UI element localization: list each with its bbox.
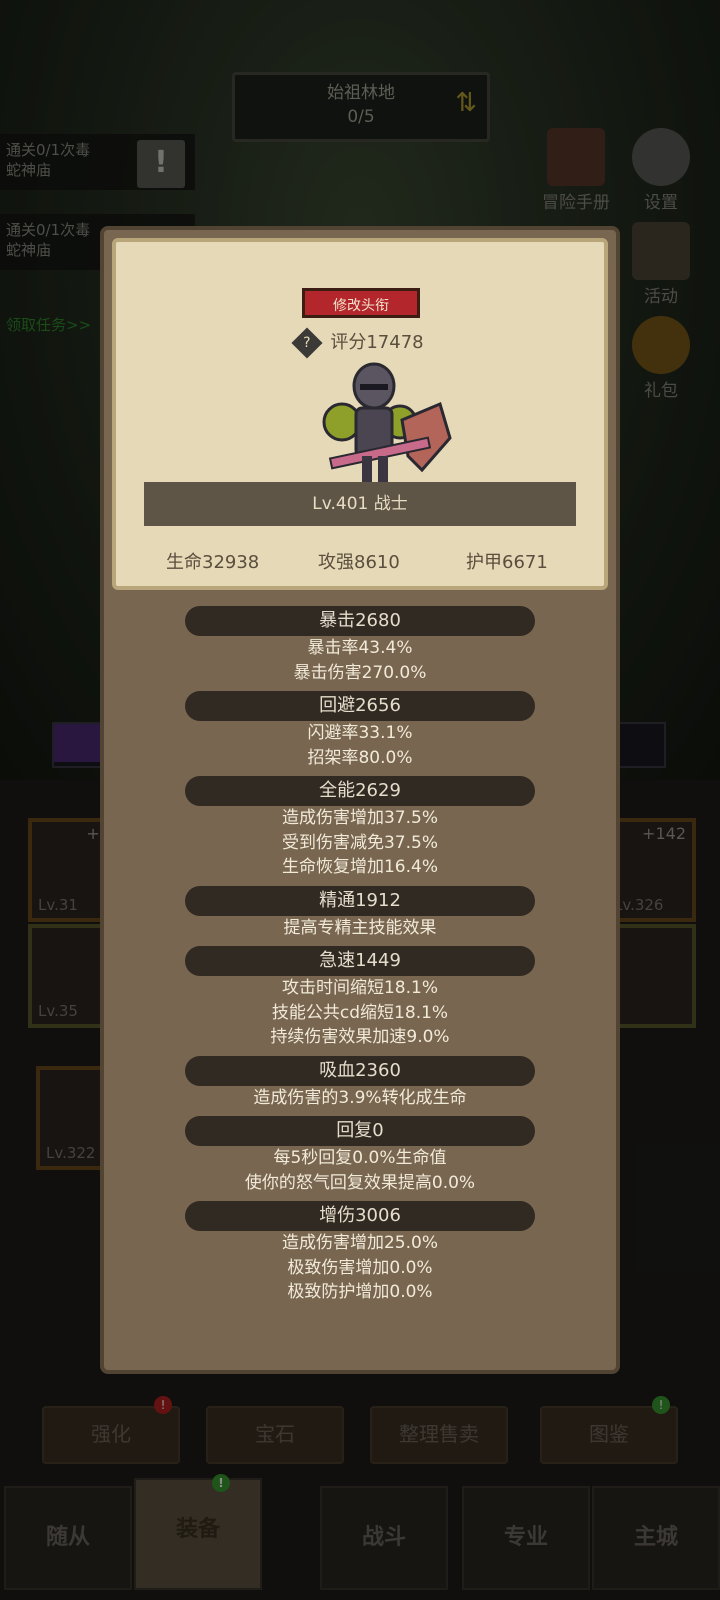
attr-regen-head: 回复0: [185, 1116, 535, 1146]
attr-dodge-rate: 闪避率33.1%: [307, 723, 413, 743]
hp-stat: 生命32938: [166, 552, 260, 573]
attr-mastery-head: 精通1912: [185, 885, 535, 916]
level-class: Lv.401 战士: [144, 482, 576, 526]
character-card: 修改头衔 ? 评分17478 Lv.401 战士 生命32938 攻强8610 护…: [112, 238, 608, 590]
attack-stat: 攻强8610: [318, 552, 400, 573]
attr-crit-damage: 暴击伤害270.0%: [293, 662, 427, 683]
attr-mastery-desc: 提高专精主技能效果: [283, 917, 437, 938]
attr-crit-rate: 暴击率43.4%: [307, 638, 413, 658]
attr-dot-speed: 持续伤害效果加速9.0%: [270, 1027, 450, 1047]
attr-extreme-defense: 极致防护增加0.0%: [287, 1282, 433, 1302]
attr-damage-reduce: 受到伤害减免37.5%: [281, 832, 438, 853]
attr-versatility-head: 全能2629: [185, 776, 535, 806]
attr-extreme-damage: 极致伤害增加0.0%: [287, 1257, 433, 1278]
armor-stat: 护甲6671: [466, 552, 548, 573]
attr-global-cd: 技能公共cd缩短18.1%: [271, 1002, 449, 1023]
edit-title-button[interactable]: 修改头衔: [302, 288, 420, 318]
attr-lifesteal-head: 吸血2360: [185, 1055, 535, 1086]
character-stats-panel: 修改头衔 ? 评分17478 Lv.401 战士 生命32938 攻强8610 护…: [100, 226, 620, 1374]
score-row: ? 评分17478: [116, 327, 604, 359]
attr-regen-hp: 每5秒回复0.0%生命值: [273, 1148, 447, 1168]
attr-crit-head: 暴击2680: [185, 606, 535, 636]
attr-rage-regen: 使你的怒气回复效果提高0.0%: [244, 1172, 476, 1193]
question-icon[interactable]: ?: [291, 327, 323, 359]
warrior-avatar: [322, 362, 452, 482]
attr-damage-up: 造成伤害增加37.5%: [281, 808, 438, 828]
attr-attack-time: 攻击时间缩短18.1%: [281, 978, 438, 998]
attr-avoid-head: 回避2656: [185, 691, 535, 721]
attr-damage-up-2: 造成伤害增加25.0%: [281, 1233, 438, 1253]
attr-damage-boost-head: 增伤3006: [185, 1201, 535, 1231]
base-stats: 生命32938 攻强8610 护甲6671: [116, 548, 604, 573]
attr-parry-rate: 招架率80.0%: [307, 747, 413, 768]
attr-heal-up: 生命恢复增加16.4%: [281, 857, 438, 877]
attr-haste-head: 急速1449: [185, 946, 535, 976]
attr-lifesteal-desc: 造成伤害的3.9%转化成生命: [253, 1087, 467, 1108]
score-value: 评分17478: [330, 332, 424, 353]
attribute-list: 暴击2680 暴击率43.4% 暴击伤害270.0% 回避2656 闪避率33.…: [104, 600, 616, 1305]
